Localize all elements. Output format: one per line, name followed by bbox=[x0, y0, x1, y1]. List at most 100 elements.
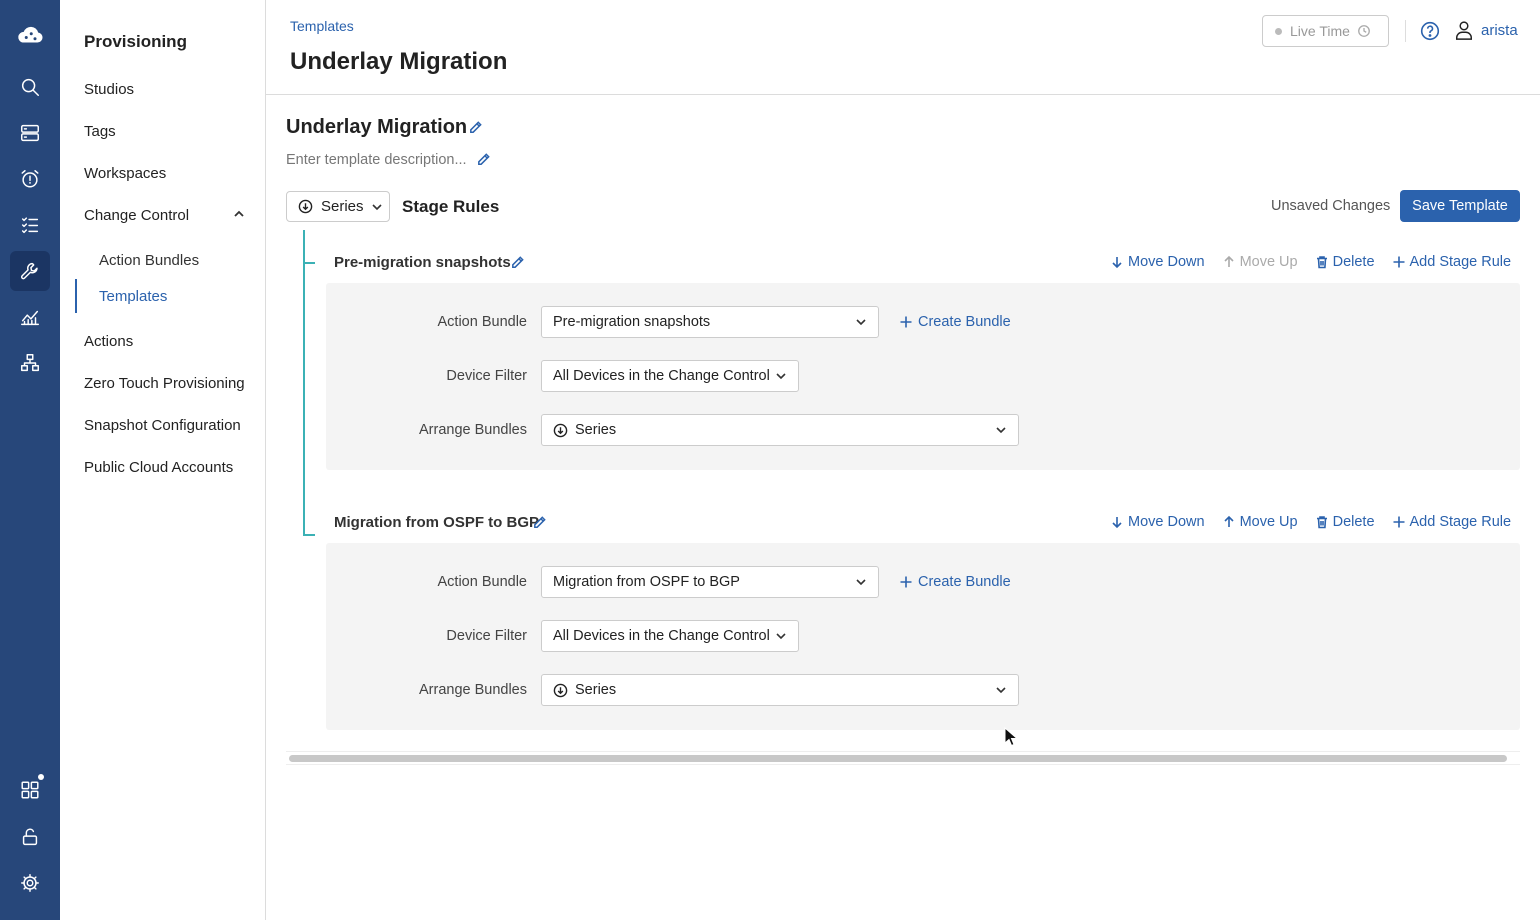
horizontal-scrollbar[interactable] bbox=[286, 751, 1520, 765]
header-divider bbox=[1405, 20, 1406, 42]
arrange-bundles-select[interactable]: Series bbox=[541, 674, 1019, 706]
stage-config-panel: Action Bundle Migration from OSPF to BGP… bbox=[326, 543, 1520, 730]
arrow-down-icon bbox=[1112, 517, 1122, 529]
sidebar-item-studios[interactable]: Studios bbox=[84, 81, 134, 98]
create-bundle-button[interactable]: Create Bundle bbox=[899, 314, 1011, 330]
mouse-cursor-icon bbox=[1004, 727, 1018, 747]
add-stage-rule-button[interactable]: Add Stage Rule bbox=[1392, 254, 1511, 270]
chevron-down-icon bbox=[371, 203, 382, 210]
action-bundle-select[interactable]: Migration from OSPF to BGP bbox=[541, 566, 879, 598]
apps-grid-icon[interactable] bbox=[10, 770, 50, 810]
move-up-button[interactable]: Move Up bbox=[1222, 254, 1298, 270]
status-dot bbox=[1275, 27, 1282, 35]
template-editor: Underlay Migration Enter template descri… bbox=[266, 96, 1540, 920]
series-arrow-icon bbox=[553, 423, 568, 437]
arrange-bundles-value: Series bbox=[575, 682, 617, 698]
template-description[interactable]: Enter template description... bbox=[286, 152, 467, 168]
move-down-button[interactable]: Move Down bbox=[1110, 254, 1205, 270]
sidebar-item-tags[interactable]: Tags bbox=[84, 123, 116, 140]
plus-icon bbox=[900, 316, 912, 328]
task-list-icon[interactable] bbox=[10, 205, 50, 245]
save-template-button[interactable]: Save Template bbox=[1400, 190, 1520, 222]
action-bundle-select[interactable]: Pre-migration snapshots bbox=[541, 306, 879, 338]
create-bundle-label: Create Bundle bbox=[918, 314, 1011, 330]
move-up-button[interactable]: Move Up bbox=[1222, 514, 1298, 530]
analytics-chart-icon[interactable] bbox=[10, 297, 50, 337]
arrange-bundles-select[interactable]: Series bbox=[541, 414, 1019, 446]
chevron-down-icon bbox=[776, 633, 786, 640]
device-filter-select[interactable]: All Devices in the Change Control bbox=[541, 620, 799, 652]
arrange-bundles-value: Series bbox=[575, 422, 617, 438]
trash-icon bbox=[1316, 256, 1327, 269]
live-time-label: Live Time bbox=[1290, 23, 1350, 39]
move-up-label: Move Up bbox=[1239, 254, 1298, 270]
stage-actions: Move Down Move Up Delete Add Stage Rule bbox=[1110, 514, 1511, 530]
breadcrumb-templates[interactable]: Templates bbox=[290, 18, 354, 34]
edit-name-pencil-icon[interactable] bbox=[468, 120, 483, 139]
device-filter-value: All Devices in the Change Control bbox=[553, 628, 770, 644]
clock-icon bbox=[1358, 25, 1370, 37]
series-arrow-icon bbox=[298, 199, 313, 214]
move-down-button[interactable]: Move Down bbox=[1110, 514, 1205, 530]
device-filter-select[interactable]: All Devices in the Change Control bbox=[541, 360, 799, 392]
sidebar-title: Provisioning bbox=[84, 32, 187, 51]
wrench-icon[interactable] bbox=[10, 251, 50, 291]
stage-actions: Move Down Move Up Delete Add Stage Rule bbox=[1110, 254, 1511, 270]
arrangement-dropdown[interactable]: Series bbox=[286, 191, 390, 222]
add-stage-rule-button[interactable]: Add Stage Rule bbox=[1392, 514, 1512, 530]
chevron-down-icon bbox=[856, 319, 866, 326]
help-icon[interactable] bbox=[1420, 21, 1440, 41]
edit-description-pencil-icon[interactable] bbox=[476, 152, 491, 171]
stage-rules-heading: Stage Rules bbox=[402, 197, 500, 216]
move-down-label: Move Down bbox=[1128, 254, 1205, 270]
create-bundle-label: Create Bundle bbox=[918, 574, 1011, 590]
stage-tree-branch bbox=[303, 534, 315, 536]
topology-icon[interactable] bbox=[10, 343, 50, 383]
settings-gear-icon[interactable] bbox=[10, 863, 50, 903]
device-filter-label: Device Filter bbox=[446, 628, 527, 644]
devices-icon[interactable] bbox=[10, 113, 50, 153]
alarm-clock-icon[interactable] bbox=[10, 159, 50, 199]
arrow-down-icon bbox=[1112, 257, 1122, 269]
sidebar-item-public-cloud-accounts[interactable]: Public Cloud Accounts bbox=[84, 459, 233, 476]
edit-stage-pencil-icon[interactable] bbox=[532, 515, 547, 534]
delete-button[interactable]: Delete bbox=[1315, 254, 1375, 270]
sidebar-item-workspaces[interactable]: Workspaces bbox=[84, 165, 166, 182]
sidebar-item-templates[interactable]: Templates bbox=[99, 288, 167, 305]
sidebar-item-actions[interactable]: Actions bbox=[84, 333, 133, 350]
sidebar-item-snapshot-configuration[interactable]: Snapshot Configuration bbox=[84, 417, 241, 434]
sidebar-item-action-bundles[interactable]: Action Bundles bbox=[99, 252, 199, 269]
live-time-button[interactable]: Live Time bbox=[1262, 15, 1389, 47]
sidebar-item-ztp[interactable]: Zero Touch Provisioning bbox=[84, 375, 245, 392]
page-header: Templates Underlay Migration Live Time a… bbox=[266, 0, 1540, 95]
scrollbar-thumb[interactable] bbox=[289, 755, 1507, 762]
stage-title: Migration from OSPF to BGP bbox=[334, 514, 539, 531]
stage-title: Pre-migration snapshots bbox=[334, 254, 511, 271]
action-bundle-value: Pre-migration snapshots bbox=[553, 314, 711, 330]
chevron-down-icon bbox=[856, 579, 866, 586]
user-icon[interactable] bbox=[1454, 20, 1474, 42]
unsaved-changes-status: Unsaved Changes bbox=[1271, 198, 1391, 214]
edit-stage-pencil-icon[interactable] bbox=[510, 255, 525, 274]
create-bundle-button[interactable]: Create Bundle bbox=[899, 574, 1011, 590]
user-name-link[interactable]: arista bbox=[1481, 22, 1518, 39]
template-name: Underlay Migration bbox=[286, 116, 468, 138]
delete-label: Delete bbox=[1332, 514, 1375, 530]
chevron-down-icon bbox=[996, 427, 1006, 434]
add-stage-rule-label: Add Stage Rule bbox=[1409, 514, 1512, 530]
action-bundle-value: Migration from OSPF to BGP bbox=[553, 574, 740, 590]
delete-button[interactable]: Delete bbox=[1315, 514, 1375, 530]
arrow-up-icon bbox=[1223, 255, 1234, 267]
chevron-up-icon[interactable] bbox=[232, 207, 246, 221]
chevron-down-icon bbox=[776, 373, 786, 380]
notification-dot bbox=[38, 774, 44, 780]
stage-tree-line bbox=[303, 230, 305, 536]
unlock-icon[interactable] bbox=[10, 817, 50, 857]
plus-icon bbox=[1393, 256, 1405, 268]
series-arrow-icon bbox=[553, 683, 568, 697]
device-filter-label: Device Filter bbox=[446, 368, 527, 384]
sidebar-item-change-control[interactable]: Change Control bbox=[84, 207, 189, 224]
arrange-bundles-label: Arrange Bundles bbox=[418, 422, 527, 438]
search-icon[interactable] bbox=[10, 67, 50, 107]
cloudvision-logo-icon[interactable] bbox=[10, 15, 50, 55]
